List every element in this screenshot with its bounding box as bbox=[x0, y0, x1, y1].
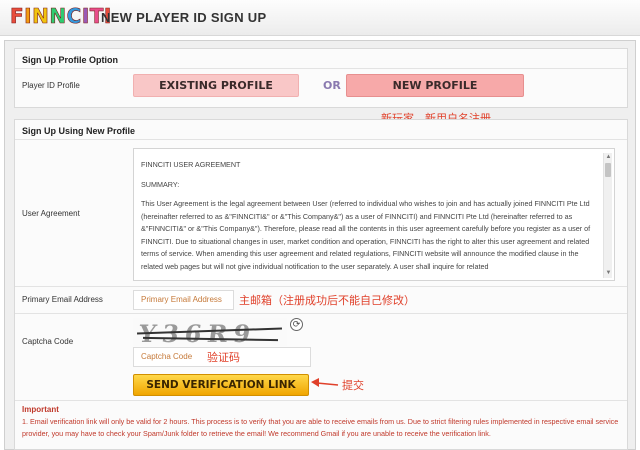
page-title: NEW PLAYER ID SIGN UP bbox=[101, 10, 267, 25]
user-agreement-text: FINNCITI USER AGREEMENT SUMMARY: This Us… bbox=[141, 159, 599, 280]
captcha-annotation: 验证码 bbox=[207, 351, 240, 364]
page-header: FINNCITI NEW PLAYER ID SIGN UP bbox=[0, 0, 640, 36]
finnciti-logo[interactable]: FINNCITI bbox=[10, 4, 112, 29]
agreement-summary: SUMMARY: bbox=[141, 179, 180, 189]
divider bbox=[15, 286, 627, 287]
refresh-captcha-icon[interactable]: ⟳ bbox=[290, 318, 303, 331]
new-profile-button[interactable]: NEW PROFILE bbox=[346, 74, 524, 97]
scroll-thumb[interactable] bbox=[605, 163, 611, 177]
captcha-image: Y36R9 bbox=[133, 318, 287, 346]
scroll-up-arrow-icon[interactable]: ▲ bbox=[604, 153, 613, 162]
agreement-heading: FINNCITI USER AGREEMENT bbox=[141, 160, 241, 169]
agreement-body: This User Agreement is the legal agreeme… bbox=[141, 199, 591, 271]
user-agreement-label: User Agreement bbox=[22, 209, 80, 218]
arrow-annotation-icon bbox=[311, 378, 339, 387]
divider bbox=[15, 68, 627, 69]
send-verification-link-button[interactable]: SEND VERIFICATION LINK bbox=[133, 374, 309, 396]
email-field[interactable]: Primary Email Address bbox=[133, 290, 234, 310]
email-label: Primary Email Address bbox=[22, 295, 103, 304]
email-annotation: 主邮箱（注册成功后不能自己修改） bbox=[239, 294, 415, 307]
important-text: 1. Email verification link will only be … bbox=[22, 417, 619, 438]
or-label: OR bbox=[323, 79, 341, 92]
player-id-profile-label: Player ID Profile bbox=[22, 81, 80, 90]
captcha-label: Captcha Code bbox=[22, 337, 74, 346]
divider bbox=[15, 313, 627, 314]
user-agreement-box[interactable]: FINNCITI USER AGREEMENT SUMMARY: This Us… bbox=[133, 148, 615, 281]
existing-profile-button[interactable]: EXISTING PROFILE bbox=[133, 74, 299, 97]
important-title: Important bbox=[22, 405, 59, 414]
new-profile-title: Sign Up Using New Profile bbox=[22, 126, 136, 136]
divider bbox=[15, 400, 627, 401]
send-annotation: 提交 bbox=[342, 379, 364, 392]
scroll-down-arrow-icon[interactable]: ▼ bbox=[604, 269, 613, 278]
profile-option-title: Sign Up Profile Option bbox=[22, 55, 118, 65]
agreement-scrollbar[interactable]: ▲ ▼ bbox=[603, 153, 612, 278]
divider bbox=[15, 139, 627, 140]
